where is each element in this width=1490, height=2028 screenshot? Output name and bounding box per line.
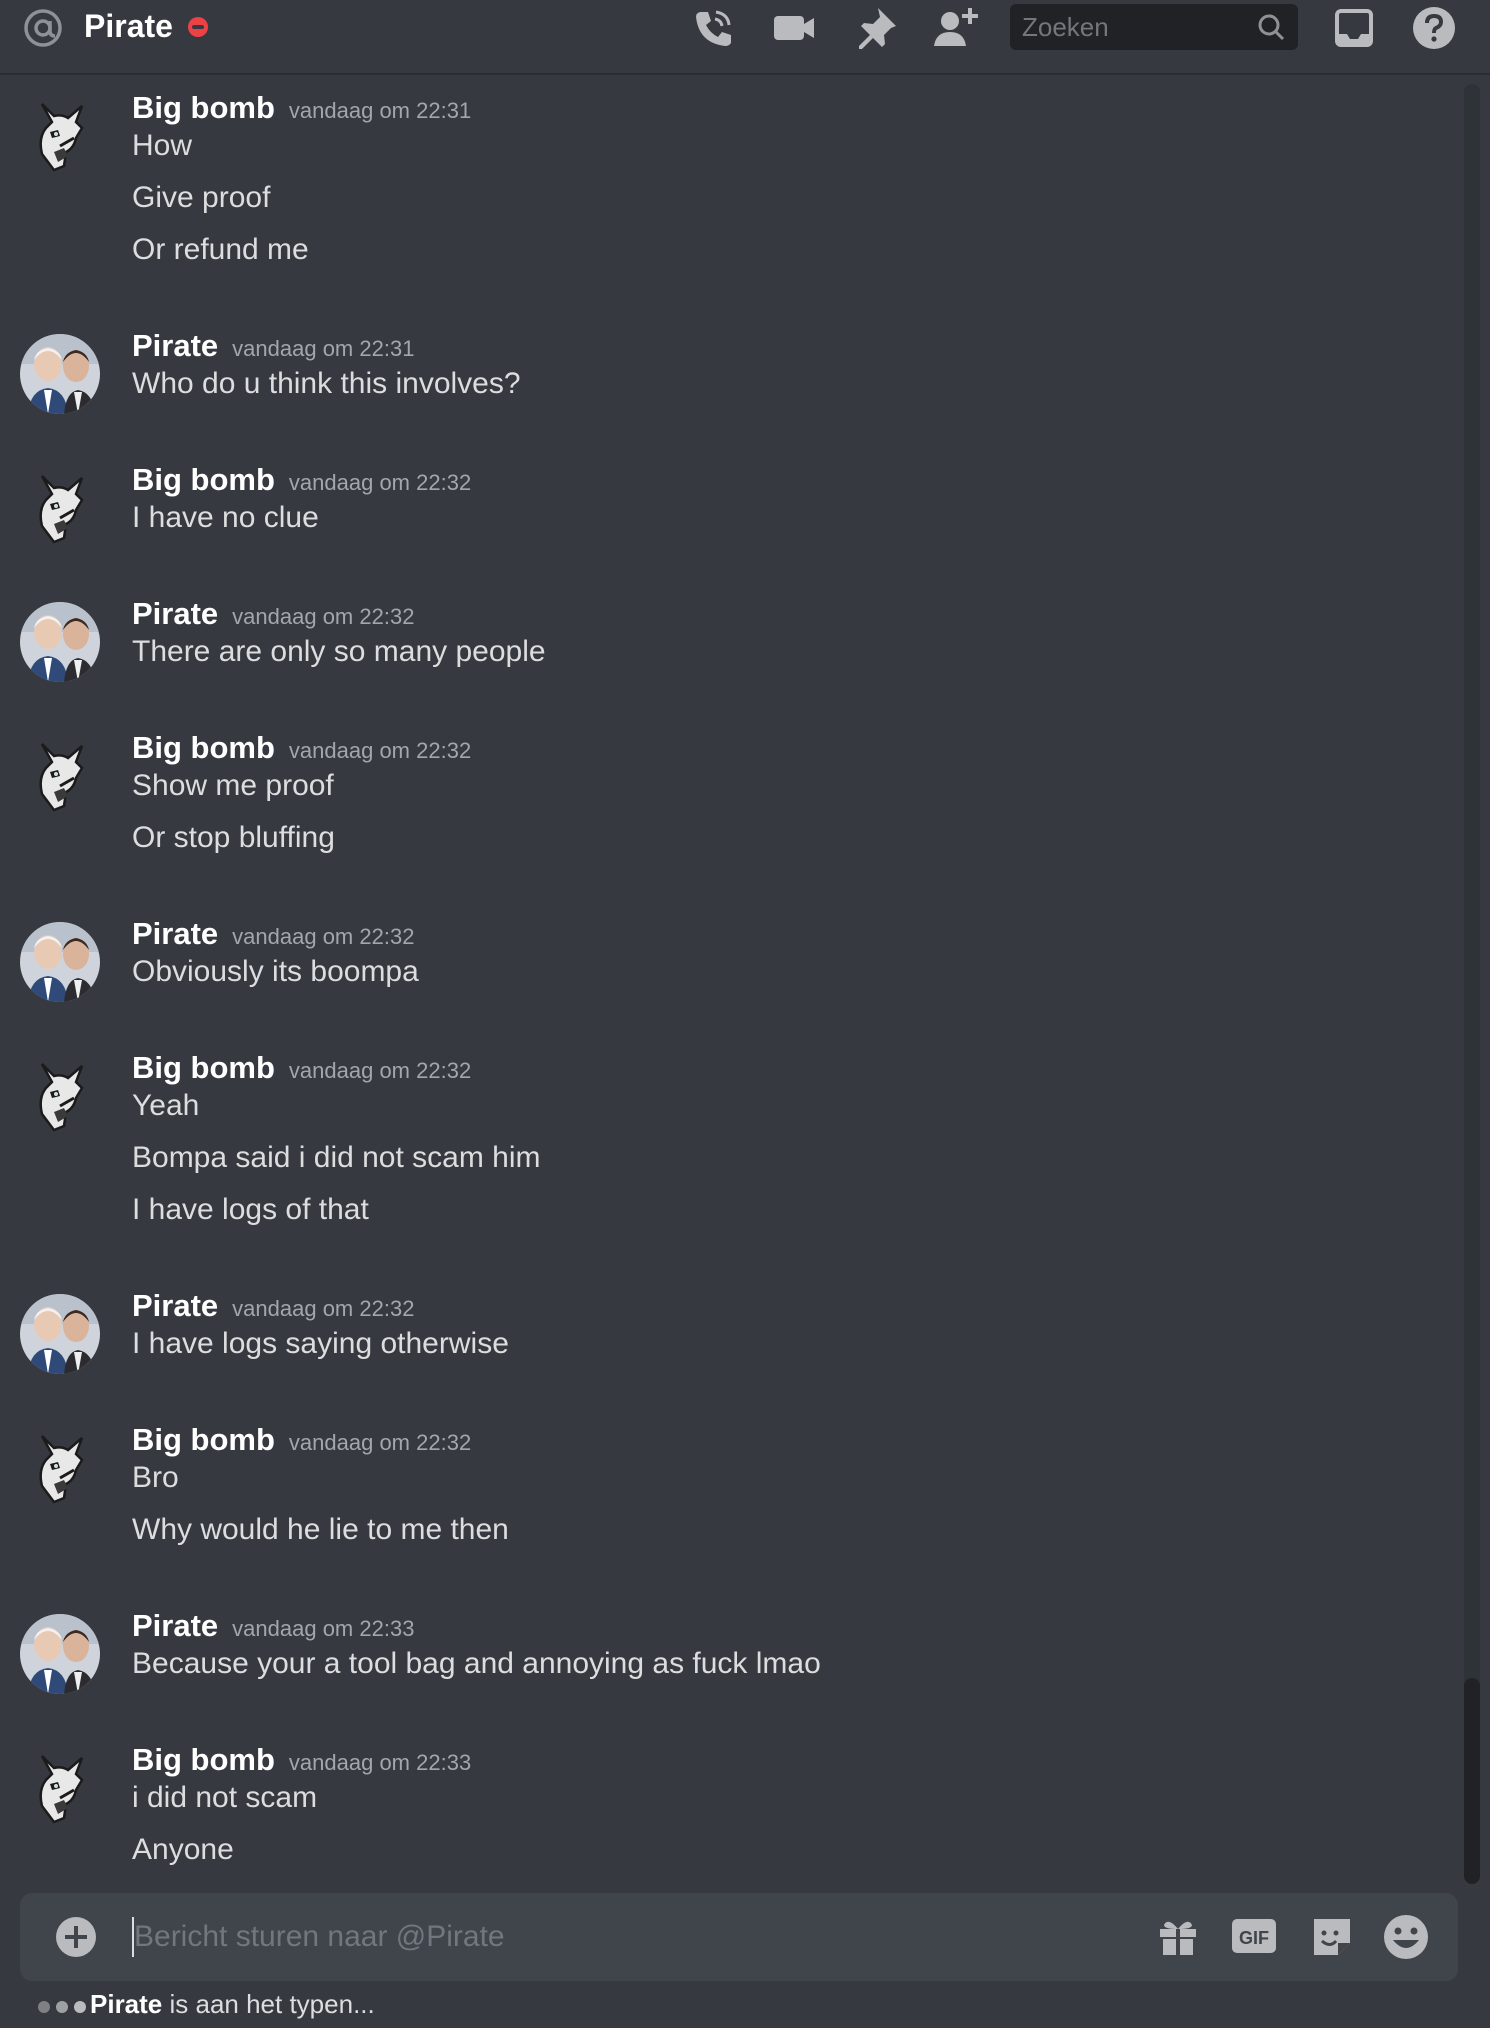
message-author[interactable]: Big bomb [132,730,275,765]
message-author[interactable]: Big bomb [132,1742,275,1777]
message-composer[interactable]: Bericht sturen naar @Pirate GIF [20,1893,1458,1981]
message-input[interactable]: Bericht sturen naar @Pirate [134,1915,505,1959]
avatar[interactable] [20,1748,100,1828]
message-author[interactable]: Pirate [132,1608,218,1643]
message-text: Yeah [132,1089,200,1122]
message-text: I have no clue [132,501,319,534]
message-text: Bro [132,1461,179,1494]
avatar[interactable] [20,602,100,682]
message-author[interactable]: Big bomb [132,90,275,125]
message-author[interactable]: Pirate [132,596,218,631]
message-header: Big bomb vandaag om 22:32 [132,1422,471,1466]
message-timestamp: vandaag om 22:32 [288,470,472,495]
gift-icon[interactable] [1154,1913,1202,1961]
avatar[interactable] [20,96,100,176]
scrollbar-track[interactable] [1464,84,1480,1884]
avatar[interactable] [20,1294,100,1374]
message-author[interactable]: Big bomb [132,1422,275,1457]
message-text: Because your a tool bag and annoying as … [132,1647,821,1680]
message-text: How [132,129,193,162]
message-text: Anyone [132,1833,234,1866]
add-attachment-icon[interactable] [56,1917,96,1957]
avatar[interactable] [20,1056,100,1136]
sticker-icon[interactable] [1308,1913,1356,1961]
pin-icon[interactable] [852,4,900,52]
avatar[interactable] [20,922,100,1002]
message-timestamp: vandaag om 22:32 [232,924,415,949]
message-timestamp: vandaag om 22:32 [288,1430,472,1455]
avatar[interactable] [20,1614,100,1694]
message-text: Give proof [132,181,271,214]
message-text: I have logs saying otherwise [132,1327,509,1360]
message-text: I have logs of that [132,1193,369,1226]
message-timestamp: vandaag om 22:33 [232,1616,415,1641]
message-text: Show me proof [132,769,334,802]
typing-indicator: Pirate is aan het typen... [38,1984,375,2024]
inbox-icon[interactable] [1330,4,1378,52]
scrollbar-thumb[interactable] [1464,1678,1480,1884]
message-timestamp: vandaag om 22:32 [288,738,472,763]
message-timestamp: vandaag om 22:31 [232,336,415,361]
avatar[interactable] [20,468,100,548]
video-icon[interactable] [770,4,818,52]
search-input[interactable]: Zoeken [1022,12,1109,42]
message-text: Or stop bluffing [132,821,335,854]
message-author[interactable]: Pirate [132,328,218,363]
message-timestamp: vandaag om 22:33 [288,1750,472,1775]
phone-icon[interactable] [688,4,736,52]
message-text: Or refund me [132,233,309,266]
avatar[interactable] [20,1428,100,1508]
message-text: Why would he lie to me then [132,1513,509,1546]
message-author[interactable]: Pirate [132,916,218,951]
channel-title: Pirate [84,8,173,44]
message-text: There are only so many people [132,635,546,668]
avatar[interactable] [20,334,100,414]
typing-text: is aan het typen... [162,1989,375,2019]
search-icon[interactable] [1256,12,1286,42]
typing-dots-icon [38,1996,90,2016]
at-icon [22,7,64,49]
message-timestamp: vandaag om 22:32 [232,604,415,629]
add-member-icon[interactable] [932,4,980,52]
gif-icon[interactable]: GIF [1230,1913,1278,1961]
dnd-status-icon [188,17,208,37]
message-author[interactable]: Big bomb [132,462,275,497]
typing-user: Pirate [90,1989,163,2019]
message-text: i did not scam [132,1781,318,1814]
message-timestamp: vandaag om 22:31 [288,98,472,123]
message-author[interactable]: Pirate [132,1288,218,1323]
channel-header: Pirate Zoeken [0,0,1490,75]
message-timestamp: vandaag om 22:32 [232,1296,415,1321]
message-text: Who do u think this involves? [132,367,521,400]
avatar[interactable] [20,736,100,816]
message-author[interactable]: Big bomb [132,1050,275,1085]
message-list[interactable]: Big bomb vandaag om 22:31 How Give proof Or … [0,78,1460,1878]
message-text: Bompa said i did not scam him [132,1141,541,1174]
emoji-icon[interactable] [1382,1913,1430,1961]
search-box[interactable]: Zoeken [1010,4,1298,50]
help-icon[interactable] [1410,4,1458,52]
gif-label: GIF [1239,1928,1269,1948]
message-text: Obviously its boompa [132,955,419,988]
message-timestamp: vandaag om 22:32 [288,1058,472,1083]
